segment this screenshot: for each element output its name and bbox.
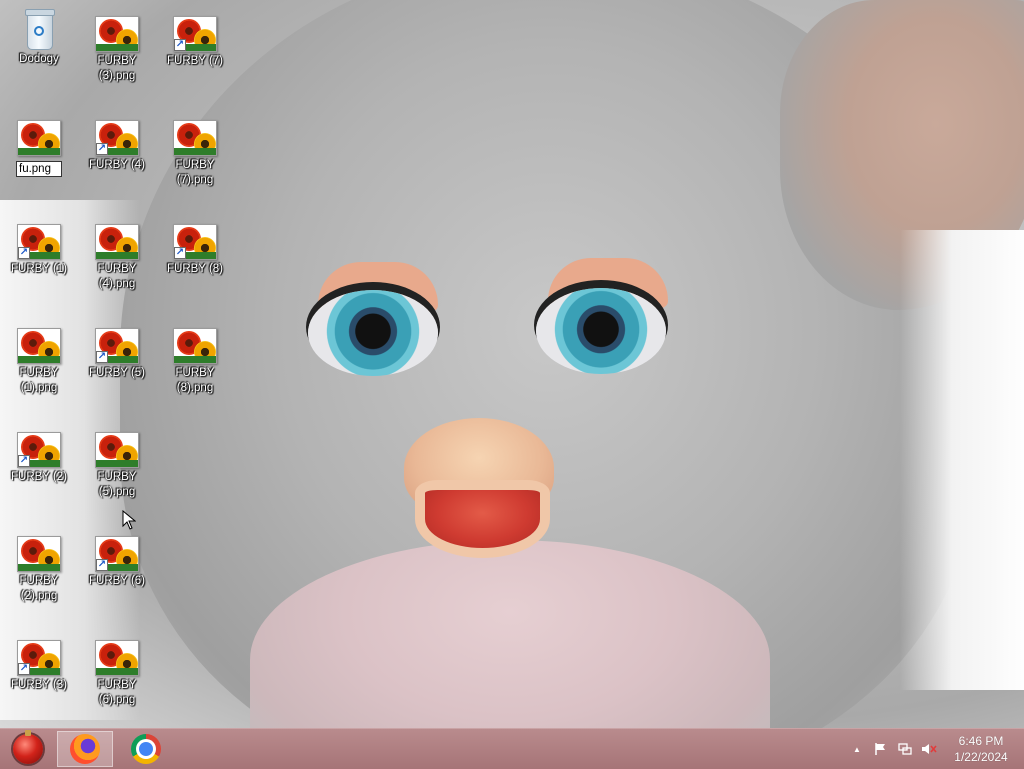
desktop-icon-furby-1-png[interactable]: FURBY (1).png	[3, 328, 75, 396]
desktop-icon-furby-7-png[interactable]: FURBY (7).png	[159, 120, 231, 188]
shortcut-arrow-icon: ↗	[18, 663, 30, 675]
action-center-flag-icon[interactable]	[872, 740, 890, 758]
desktop-icon-furby-5-png[interactable]: FURBY (5).png	[81, 432, 153, 500]
image-file-icon	[95, 16, 139, 52]
desktop-icon-furby-6-png[interactable]: FURBY (6).png	[81, 640, 153, 708]
shortcut-arrow-icon: ↗	[96, 351, 108, 363]
icon-label: Dodogy	[19, 53, 59, 65]
icon-label: FURBY (7).png	[175, 159, 215, 186]
desktop-icon-furby-1[interactable]: ↗ FURBY (1)	[3, 224, 75, 277]
image-file-icon	[95, 432, 139, 468]
taskbar-firefox-button[interactable]	[57, 731, 113, 767]
start-orb-icon	[13, 730, 43, 764]
image-file-icon	[17, 536, 61, 572]
icon-label: FURBY (3)	[10, 679, 68, 691]
desktop-icon-furby-5[interactable]: ↗ FURBY (5)	[81, 328, 153, 381]
image-file-icon	[95, 224, 139, 260]
start-button[interactable]	[0, 730, 56, 767]
image-file-icon: ↗	[95, 120, 139, 156]
image-file-icon: ↗	[173, 16, 217, 52]
desktop[interactable]: Dodogy fu.png ↗ FURBY (1) FURBY (1).png …	[0, 0, 1024, 728]
desktop-icon-furby-3-png[interactable]: FURBY (3).png	[81, 16, 153, 84]
desktop-icon-furby-6[interactable]: ↗ FURBY (6)	[81, 536, 153, 589]
volume-muted-icon[interactable]	[920, 740, 938, 758]
wallpaper-background-right	[900, 230, 1024, 690]
image-file-icon: ↗	[95, 328, 139, 364]
image-file-icon: ↗	[17, 640, 61, 676]
chrome-icon	[131, 734, 161, 764]
icon-label: FURBY (4)	[88, 159, 146, 171]
wallpaper-mouth	[415, 480, 550, 558]
clock-time: 6:46 PM	[958, 734, 1004, 748]
desktop-icon-furby-8-png[interactable]: FURBY (8).png	[159, 328, 231, 396]
network-icon[interactable]	[896, 740, 914, 758]
desktop-icon-furby-4-png[interactable]: FURBY (4).png	[81, 224, 153, 292]
image-file-icon: ↗	[95, 536, 139, 572]
desktop-icon-furby-8[interactable]: ↗ FURBY (8)	[159, 224, 231, 277]
desktop-icon-furby-2-png[interactable]: FURBY (2).png	[3, 536, 75, 604]
desktop-icon-recycle-bin[interactable]: Dodogy	[3, 8, 75, 67]
image-file-icon: ↗	[173, 224, 217, 260]
icon-label: FURBY (6).png	[97, 679, 137, 706]
icon-label: FURBY (2)	[10, 471, 68, 483]
desktop-icon-furby-2[interactable]: ↗ FURBY (2)	[3, 432, 75, 485]
shortcut-arrow-icon: ↗	[174, 39, 186, 51]
desktop-icon-furby-7[interactable]: ↗ FURBY (7)	[159, 16, 231, 69]
image-file-icon	[95, 640, 139, 676]
image-file-icon	[17, 120, 61, 156]
shortcut-arrow-icon: ↗	[96, 559, 108, 571]
clock-date: 1/22/2024	[954, 750, 1008, 764]
taskbar: ▲ 6:46 PM 1/22/2024	[0, 728, 1024, 769]
icon-label: FURBY (5).png	[97, 471, 137, 498]
rename-input[interactable]: fu.png	[16, 161, 62, 177]
image-file-icon	[173, 120, 217, 156]
taskbar-chrome-button[interactable]	[118, 731, 174, 767]
wallpaper-eye-right	[536, 288, 666, 374]
system-tray: ▲	[848, 729, 938, 769]
icon-label: FURBY (5)	[88, 367, 146, 379]
icon-label: FURBY (6)	[88, 575, 146, 587]
shortcut-arrow-icon: ↗	[174, 247, 186, 259]
image-file-icon	[17, 328, 61, 364]
shortcut-arrow-icon: ↗	[18, 455, 30, 467]
image-file-icon	[173, 328, 217, 364]
recycle-bin-icon	[21, 8, 57, 50]
icon-label: FURBY (1)	[10, 263, 68, 275]
icon-label: FURBY (1).png	[19, 367, 59, 394]
wallpaper-eye-left	[308, 290, 438, 376]
desktop-icon-furby-3[interactable]: ↗ FURBY (3)	[3, 640, 75, 693]
show-hidden-icons-chevron-icon[interactable]: ▲	[848, 740, 866, 758]
desktop-icon-furby-4[interactable]: ↗ FURBY (4)	[81, 120, 153, 173]
icon-label: FURBY (2).png	[19, 575, 59, 602]
shortcut-arrow-icon: ↗	[96, 143, 108, 155]
icon-label: FURBY (8).png	[175, 367, 215, 394]
taskbar-clock[interactable]: 6:46 PM 1/22/2024	[944, 733, 1018, 765]
icon-label: FURBY (7)	[166, 55, 224, 67]
icon-label: FURBY (3).png	[97, 55, 137, 82]
firefox-icon	[70, 734, 100, 764]
desktop-icon-renaming[interactable]: fu.png	[3, 120, 75, 177]
image-file-icon: ↗	[17, 224, 61, 260]
shortcut-arrow-icon: ↗	[18, 247, 30, 259]
icon-label: FURBY (8)	[166, 263, 224, 275]
image-file-icon: ↗	[17, 432, 61, 468]
icon-label: FURBY (4).png	[97, 263, 137, 290]
